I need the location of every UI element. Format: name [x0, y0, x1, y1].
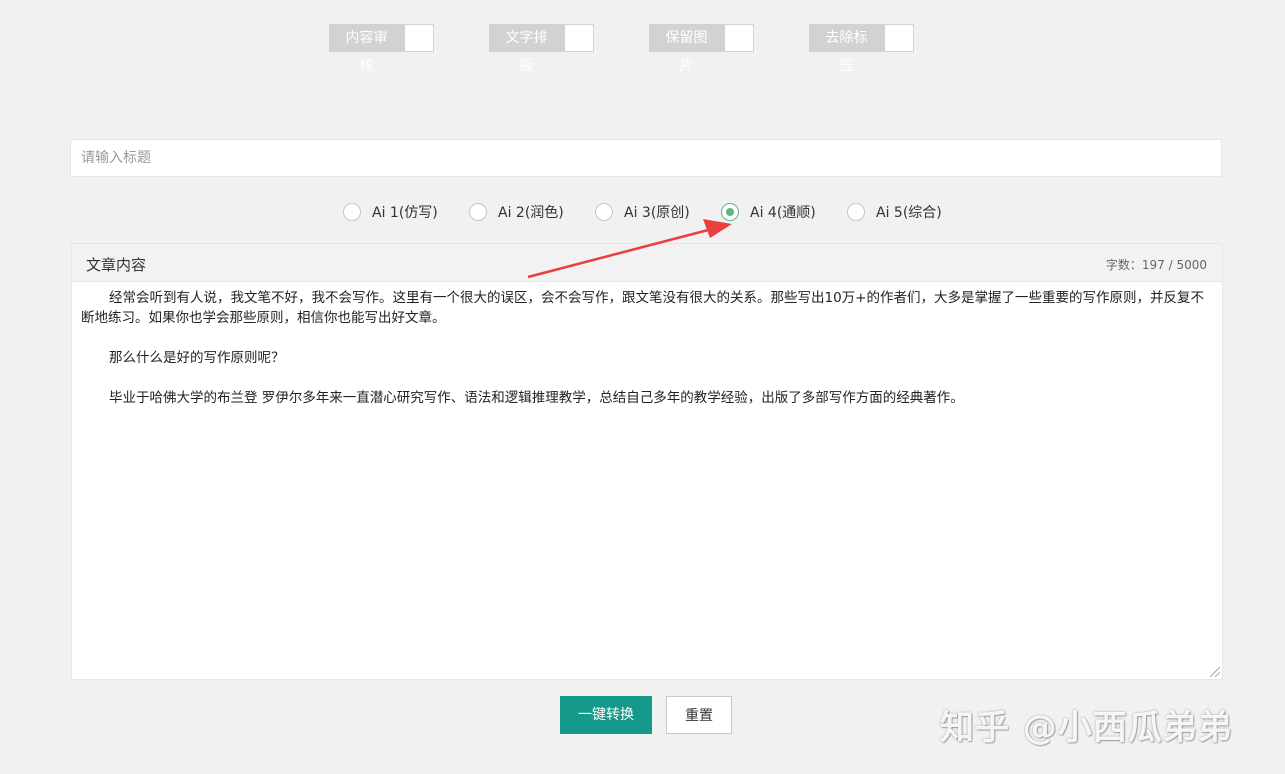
toggle-text-layout[interactable]: 文字排版 — [489, 24, 594, 74]
article-paragraph: 经常会听到有人说，我文笔不好，我不会写作。这里有一个很大的误区，会不会写作，跟文… — [81, 290, 1204, 326]
article-panel: 文章内容 字数：197 / 5000 经常会听到有人说，我文笔不好，我不会写作。… — [71, 243, 1223, 680]
radio-circle-icon[interactable] — [847, 203, 865, 221]
toggle-keep-images[interactable]: 保留图片 — [649, 24, 754, 74]
article-content-textarea[interactable]: 经常会听到有人说，我文笔不好，我不会写作。这里有一个很大的误区，会不会写作，跟文… — [72, 282, 1222, 679]
toggle-label: 去除标签 — [809, 24, 884, 74]
toggle-bar: 内容审核 文字排版 保留图片 去除标签 — [0, 24, 1285, 74]
article-paragraph: 那么什么是好的写作原则呢？ — [109, 350, 285, 366]
ai-mode-radio-group: Ai 1(仿写) Ai 2(润色) Ai 3(原创) Ai 4(通顺) Ai 5… — [0, 200, 1285, 224]
watermark: 知乎 @小西瓜弟弟 — [940, 708, 1233, 748]
article-paragraph: 毕业于哈佛大学的布兰登 罗伊尔多年来一直潜心研究写作、语法和逻辑推理教学，总结自… — [109, 390, 964, 406]
radio-circle-icon[interactable] — [343, 203, 361, 221]
resize-grip-icon[interactable] — [1210, 667, 1220, 677]
toggle-switch[interactable] — [404, 24, 434, 52]
article-panel-title: 文章内容 — [86, 256, 147, 274]
toggle-label: 保留图片 — [649, 24, 724, 74]
radio-label[interactable]: Ai 5(综合) — [876, 202, 942, 222]
radio-ai-1[interactable]: Ai 1(仿写) — [343, 200, 438, 224]
radio-ai-2[interactable]: Ai 2(润色) — [469, 200, 564, 224]
toggle-switch[interactable] — [724, 24, 754, 52]
radio-ai-4[interactable]: Ai 4(通顺) — [721, 200, 816, 224]
word-count: 字数：197 / 5000 — [1105, 258, 1207, 272]
radio-checked-icon[interactable] — [721, 203, 739, 221]
radio-label[interactable]: Ai 4(通顺) — [750, 202, 816, 222]
toggle-switch[interactable] — [564, 24, 594, 52]
radio-label[interactable]: Ai 2(润色) — [498, 202, 564, 222]
toggle-switch[interactable] — [884, 24, 914, 52]
article-panel-header: 文章内容 字数：197 / 5000 — [72, 244, 1222, 282]
radio-label[interactable]: Ai 3(原创) — [624, 202, 690, 222]
radio-ai-5[interactable]: Ai 5(综合) — [847, 200, 942, 224]
convert-button[interactable]: 一键转换 — [560, 696, 652, 734]
toggle-remove-tags[interactable]: 去除标签 — [809, 24, 914, 74]
title-input[interactable] — [70, 139, 1222, 177]
reset-button[interactable]: 重置 — [666, 696, 732, 734]
radio-label[interactable]: Ai 1(仿写) — [372, 202, 438, 222]
toggle-content-review[interactable]: 内容审核 — [329, 24, 434, 74]
radio-circle-icon[interactable] — [595, 203, 613, 221]
radio-circle-icon[interactable] — [469, 203, 487, 221]
toggle-label: 文字排版 — [489, 24, 564, 74]
radio-ai-3[interactable]: Ai 3(原创) — [595, 200, 690, 224]
toggle-label: 内容审核 — [329, 24, 404, 74]
